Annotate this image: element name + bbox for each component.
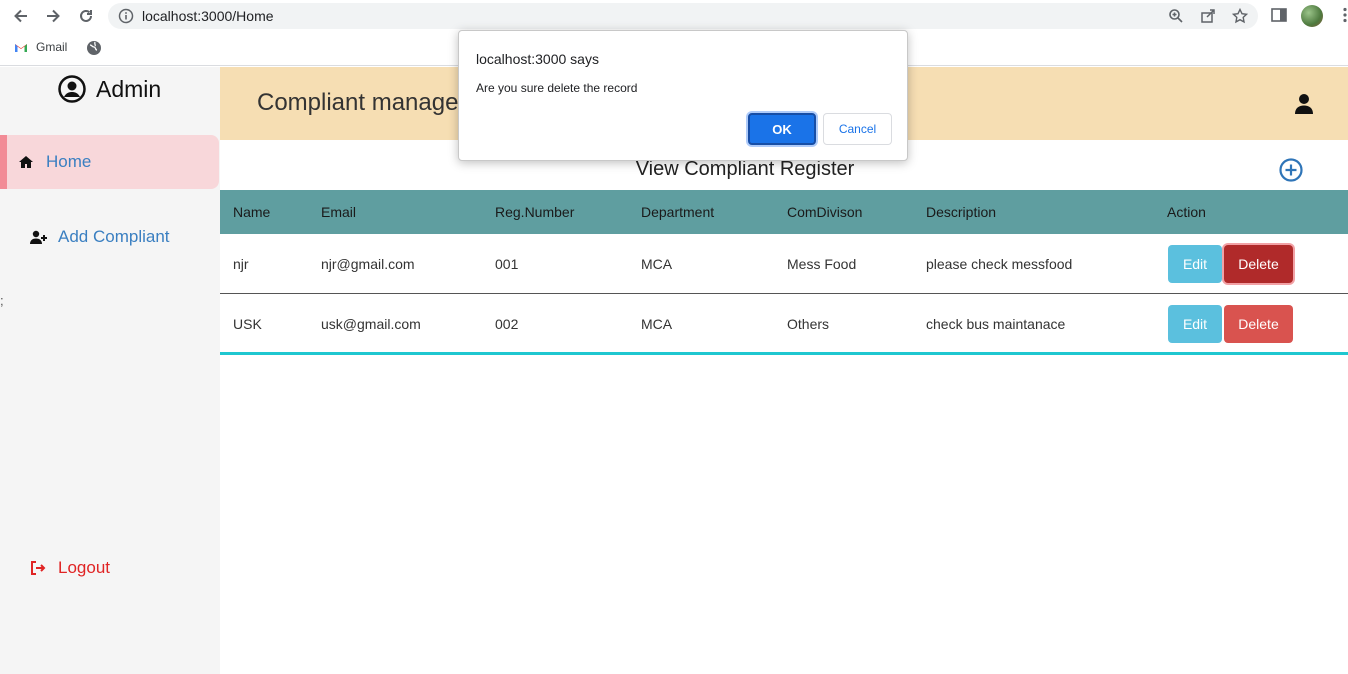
brand: Admin <box>58 75 161 103</box>
url-text[interactable]: localhost:3000/Home <box>142 8 274 24</box>
star-icon[interactable] <box>1232 8 1248 24</box>
sidebar: Admin Home Add Compliant ; Logout <box>0 67 220 674</box>
delete-button[interactable]: Delete <box>1224 305 1293 343</box>
arrow-right-icon <box>47 9 60 23</box>
bookmark-gmail[interactable]: Gmail <box>14 40 67 54</box>
cell-email: usk@gmail.com <box>321 316 421 332</box>
brand-label: Admin <box>96 75 162 102</box>
table-row: USK usk@gmail.com 002 MCA Others check b… <box>220 294 1348 355</box>
side-panel-icon[interactable] <box>1270 6 1288 24</box>
cell-description: please check messfood <box>926 256 1073 272</box>
user-icon[interactable] <box>1294 93 1314 115</box>
cell-description: check bus maintanace <box>926 316 1066 332</box>
browser-toolbar: localhost:3000/Home <box>0 0 1348 32</box>
delete-button[interactable]: Delete <box>1224 245 1293 283</box>
dialog-title: localhost:3000 says <box>476 51 599 67</box>
edit-button[interactable]: Edit <box>1168 305 1222 343</box>
sidebar-item-label: Home <box>46 152 92 171</box>
stray-text: ; <box>0 293 4 308</box>
cell-division: Mess Food <box>787 256 857 272</box>
arrow-left-icon <box>14 9 27 23</box>
table-header: Name Email Reg.Number Department ComDivi… <box>220 190 1348 234</box>
column-header: ComDivison <box>787 204 863 220</box>
column-header: Description <box>926 204 997 220</box>
sidebar-item-label: Add Compliant <box>58 227 170 246</box>
add-circle-icon[interactable] <box>1279 158 1303 182</box>
compliant-table: Name Email Reg.Number Department ComDivi… <box>220 190 1348 355</box>
cell-division: Others <box>787 316 830 332</box>
zoom-icon[interactable] <box>1168 8 1184 24</box>
globe-icon[interactable] <box>86 40 102 56</box>
reload-icon <box>80 9 92 22</box>
page-title: View Compliant Register <box>635 158 855 180</box>
cell-reg-number: 002 <box>495 316 519 332</box>
sidebar-item-home[interactable]: Home <box>0 135 219 189</box>
table-row: njr njr@gmail.com 001 MCA Mess Food plea… <box>220 234 1348 294</box>
column-header: Name <box>233 204 271 220</box>
home-icon <box>19 156 33 168</box>
column-header: Action <box>1167 204 1206 220</box>
profile-avatar[interactable] <box>1301 5 1323 27</box>
dialog-message: Are you sure delete the record <box>476 81 638 95</box>
cell-department: MCA <box>641 256 673 272</box>
cell-department: MCA <box>641 316 673 332</box>
ok-button[interactable]: OK <box>748 113 816 145</box>
column-header: Email <box>321 204 357 220</box>
bookmark-gmail-label: Gmail <box>36 40 68 54</box>
address-bar[interactable]: localhost:3000/Home <box>108 3 1258 29</box>
column-header: Reg.Number <box>495 204 575 220</box>
logout-button[interactable]: Logout <box>30 558 110 578</box>
gmail-icon <box>15 43 27 52</box>
reload-button[interactable] <box>75 5 97 27</box>
cell-email: njr@gmail.com <box>321 256 415 272</box>
user-circle-icon <box>58 75 86 103</box>
cell-name: njr <box>233 256 249 272</box>
sidebar-item-add-compliant[interactable]: Add Compliant <box>30 227 170 247</box>
logout-label: Logout <box>58 558 110 577</box>
logout-icon <box>31 561 46 575</box>
back-button[interactable] <box>10 5 32 27</box>
forward-button[interactable] <box>42 5 64 27</box>
info-icon[interactable] <box>118 8 134 24</box>
user-plus-icon <box>30 230 47 244</box>
cell-reg-number: 001 <box>495 256 519 272</box>
cancel-button[interactable]: Cancel <box>823 113 892 145</box>
confirm-dialog: localhost:3000 says Are you sure delete … <box>458 30 908 161</box>
column-header: Department <box>641 204 715 220</box>
share-icon[interactable] <box>1200 8 1216 24</box>
edit-button[interactable]: Edit <box>1168 245 1222 283</box>
cell-name: USK <box>233 316 262 332</box>
more-vertical-icon[interactable] <box>1336 6 1348 24</box>
